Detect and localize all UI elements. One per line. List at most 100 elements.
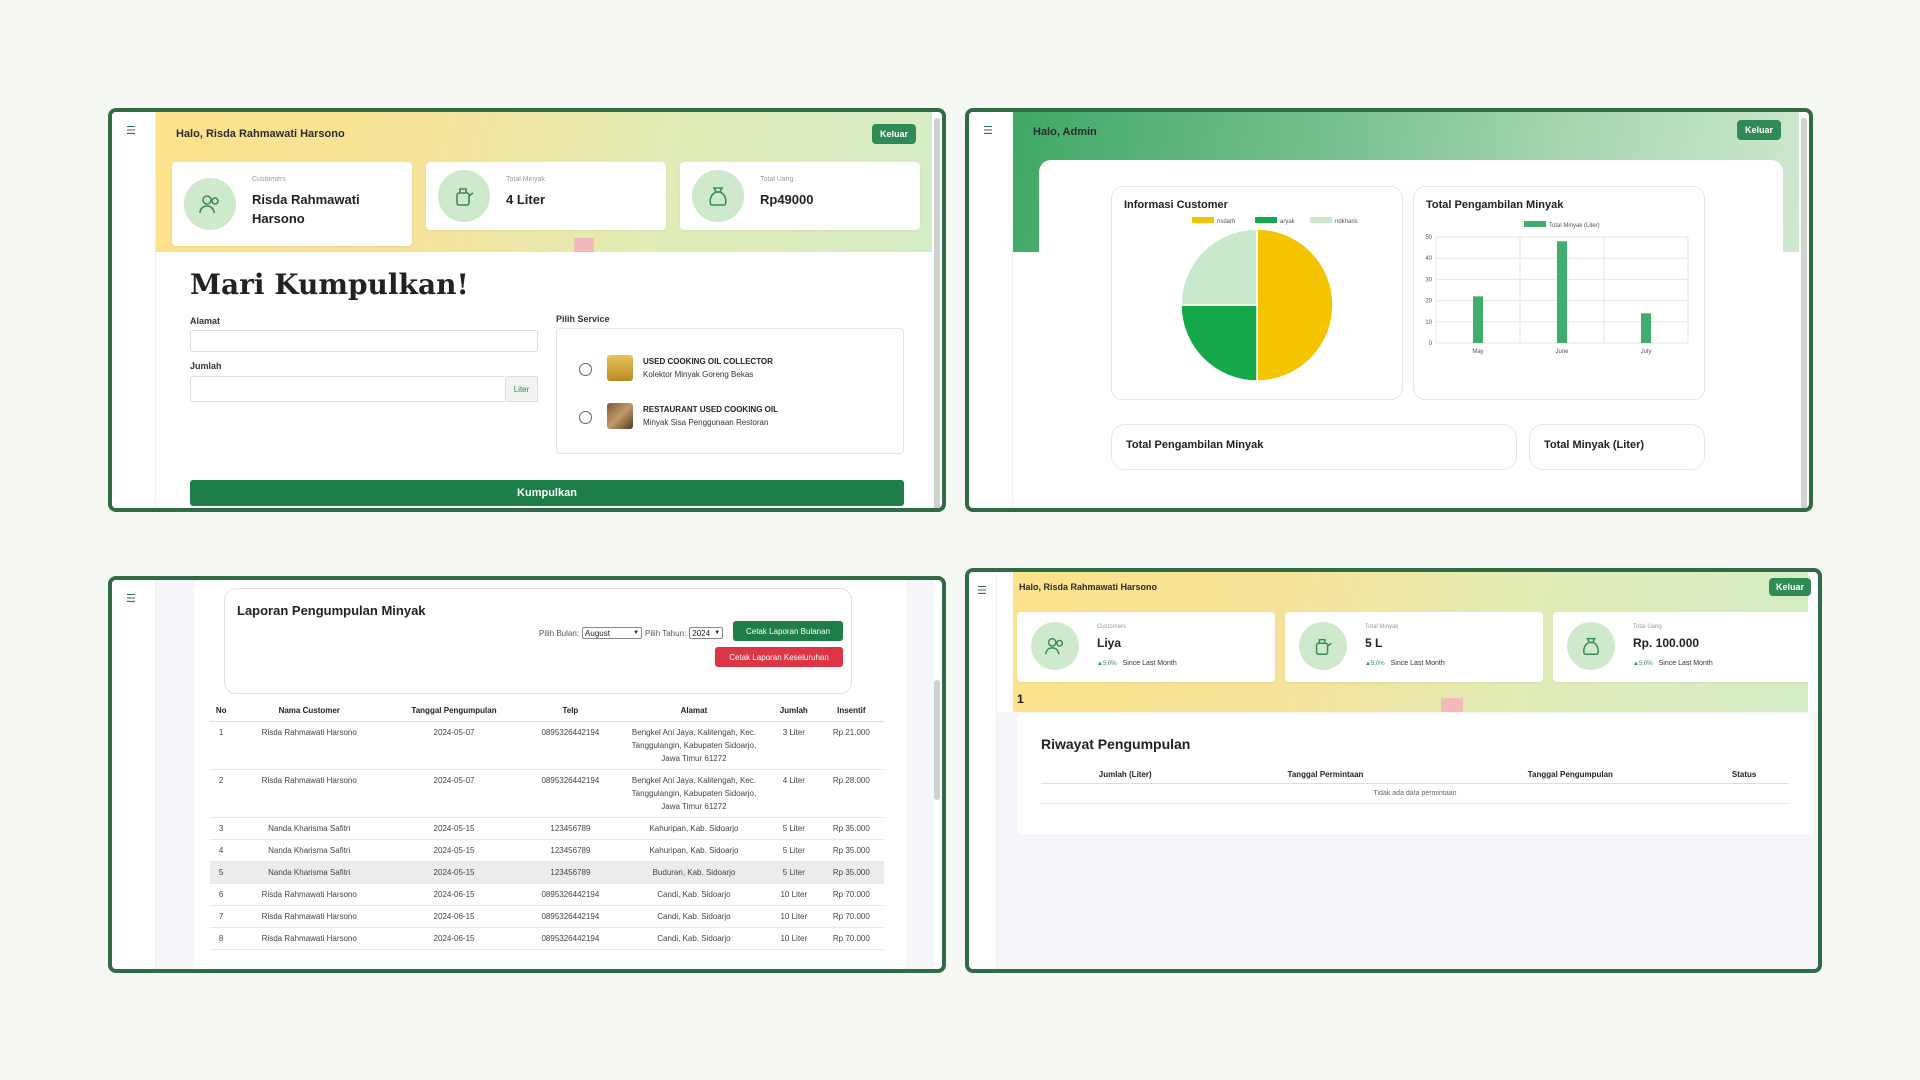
table-cell: 3 (210, 817, 233, 840)
table-cell: 10 Liter (768, 883, 819, 906)
logout-button[interactable]: Keluar (872, 124, 917, 144)
table-cell: 2024-05-15 (386, 839, 522, 862)
table-row[interactable]: 6 Risda Rahmawati Harsono 2024-06-15 089532… (210, 883, 884, 906)
logout-button[interactable]: Keluar (1769, 578, 1812, 596)
column-header: Alamat (618, 700, 769, 722)
logout-button[interactable]: Keluar (1737, 120, 1782, 140)
table-cell: 123456789 (521, 861, 619, 884)
table-cell: Risda Rahmawati Harsono (232, 883, 387, 906)
table-cell: 123456789 (521, 817, 619, 840)
table-cell: 2024-06-15 (386, 927, 522, 950)
stat-value: Liya (1097, 636, 1122, 650)
table-cell: 2024-05-07 (386, 769, 522, 818)
table-cell: Bengkel Ani Jaya, Kalitengah, Kec. Tangg… (618, 769, 769, 818)
tahun-select[interactable]: 2024 ▼ (689, 627, 724, 639)
legend-label: Total Minyak (Liter) (1549, 223, 1600, 229)
bar-chart-title: Total Pengambilan Minyak (1426, 199, 1564, 211)
table-cell: 2024-06-15 (386, 905, 522, 928)
y-tick-label: 0 (1429, 341, 1433, 347)
table-row[interactable]: 2 Risda Rahmawati Harsono 2024-05-07 089532… (210, 769, 884, 818)
stat-value: Rp. 100.000 (1633, 636, 1700, 650)
since-text: ▲5,0% Since Last Month (1365, 660, 1445, 667)
content-gutter (906, 580, 934, 969)
report-table: No Nama Customer Tanggal Pengumpulan Telp Al… (210, 700, 884, 950)
service-label: Pilih Service (556, 314, 610, 324)
table-cell: Bengkel Ani Jaya, Kalitengah, Kec. Tangg… (618, 721, 769, 770)
since-label: Since Last Month (1390, 660, 1445, 667)
column-header: No (210, 700, 233, 722)
decor-shape (1441, 698, 1463, 712)
menu-icon[interactable]: ☰ (126, 592, 136, 605)
tahun-label: Pilih Tahun: (645, 628, 687, 638)
kumpulkan-button[interactable]: Kumpulkan (190, 480, 904, 506)
bar (1473, 296, 1483, 343)
column-header: Nama Customer (232, 700, 387, 722)
table-cell: 2024-05-07 (386, 721, 522, 770)
table-row[interactable]: 8 Risda Rahmawati Harsono 2024-06-15 089532… (210, 927, 884, 950)
stat-value: 5 L (1365, 636, 1383, 650)
table-cell: 10 Liter (768, 927, 819, 950)
table-row: Tidak ada data permintaan (1041, 783, 1789, 804)
money-bag-icon (1567, 622, 1615, 670)
pie-slice (1180, 304, 1258, 382)
y-tick-label: 20 (1425, 299, 1432, 305)
table-cell: 5 Liter (768, 817, 819, 840)
table-row[interactable]: 1 Risda Rahmawati Harsono 2024-05-07 089532… (210, 721, 884, 770)
alamat-label: Alamat (190, 316, 221, 326)
jumlah-label: Jumlah (190, 361, 222, 371)
jumlah-input[interactable] (190, 376, 506, 402)
history-table: Jumlah (Liter) Tanggal Permintaan Tanggal … (1041, 766, 1789, 804)
menu-icon[interactable]: ☰ (126, 124, 136, 137)
table-row[interactable]: 7 Risda Rahmawati Harsono 2024-06-15 089532… (210, 905, 884, 928)
y-tick-label: 30 (1425, 277, 1432, 283)
x-tick-label: July (1641, 349, 1652, 355)
bar (1641, 313, 1651, 343)
table-cell: Rp 35.000 (818, 861, 884, 884)
stat-label: Customers (252, 176, 286, 183)
service-radio-collector[interactable] (579, 363, 592, 376)
page-title: Mari Kumpulkan! (190, 268, 469, 301)
sidebar: ☰ (112, 580, 156, 969)
menu-icon[interactable]: ☰ (983, 124, 993, 137)
column-header: Jumlah (Liter) (1041, 766, 1210, 784)
scrollbar[interactable] (1801, 118, 1807, 508)
cetak-bulanan-button[interactable]: Cetak Laporan Bulanan (733, 621, 843, 641)
table-cell: Nanda Kharisma Safitri (232, 817, 387, 840)
bulan-select[interactable]: August ▼ (582, 627, 643, 639)
table-cell: Nanda Kharisma Safitri (232, 861, 387, 884)
table-cell: Candi, Kab. Sidoarjo (618, 883, 769, 906)
stat-label: Total Minyak (1365, 624, 1399, 630)
scrollbar[interactable] (934, 118, 940, 508)
service-subtitle: Kolektor Minyak Goreng Bekas (643, 370, 754, 379)
column-header: Insentif (818, 700, 884, 722)
table-cell: Rp 35.000 (818, 817, 884, 840)
table-cell: Risda Rahmawati Harsono (232, 905, 387, 928)
alamat-input[interactable] (190, 330, 538, 352)
legend-label: aryak (1280, 219, 1296, 225)
table-cell: Kahuripan, Kab. Sidoarjo (618, 839, 769, 862)
menu-icon[interactable]: ☰ (977, 584, 987, 597)
since-text: ▲5,0% Since Last Month (1097, 660, 1177, 667)
filter-row: Pilih Bulan: August ▼ Pilih Tahun: 2024 ▼ (539, 627, 724, 639)
oil-jug-icon (438, 170, 490, 222)
table-cell: 0895326442194 (521, 883, 619, 906)
table-row[interactable]: 5 Nanda Kharisma Safitri 2024-05-15 1234567… (210, 861, 884, 884)
cetak-keseluruhan-button[interactable]: Cetak Laporan Keseluruhan (715, 647, 843, 667)
bulan-value: August (585, 628, 610, 638)
service-radio-restaurant[interactable] (579, 411, 592, 424)
legend-label: risdarh (1217, 219, 1235, 225)
table-cell: 0895326442194 (521, 927, 619, 950)
legend-swatch (1192, 217, 1214, 223)
table-row[interactable]: 4 Nanda Kharisma Safitri 2024-05-15 1234567… (210, 839, 884, 862)
pie-slice (1180, 228, 1258, 306)
table-header: No Nama Customer Tanggal Pengumpulan Telp Al… (210, 700, 884, 722)
report-filter-card: Laporan Pengumpulan Minyak Pilih Bulan: … (224, 588, 852, 694)
bar-chart: Total Minyak (Liter) 0 10 20 30 40 50 May June Ju… (1425, 221, 1689, 355)
oil-jug-icon (1299, 622, 1347, 670)
scrollbar[interactable] (934, 680, 940, 800)
stat-label: Customers (1097, 624, 1127, 630)
table-row[interactable]: 3 Nanda Kharisma Safitri 2024-05-15 1234567… (210, 817, 884, 840)
stat-label: Total Minyak (506, 176, 545, 183)
service-options: USED COOKING OIL COLLECTOR Kolektor Miny… (556, 328, 904, 454)
table-cell: 5 (210, 861, 233, 884)
